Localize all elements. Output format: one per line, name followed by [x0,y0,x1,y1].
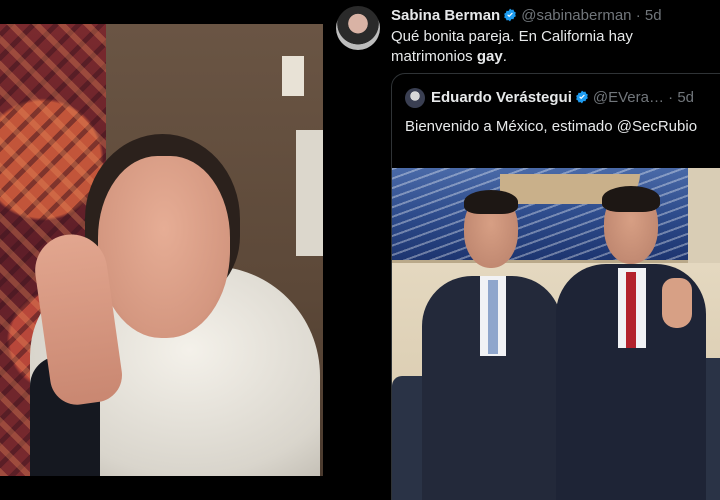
separator-dot: · [668,89,674,106]
tweet-text: Qué bonita pareja. En California hay mat… [391,27,711,67]
quoted-author-avatar[interactable] [405,88,425,108]
verified-badge-icon [575,90,589,104]
quoted-author-handle[interactable]: @EVera… [593,89,664,106]
quoted-tweet-photo[interactable] [392,168,720,500]
author-handle[interactable]: @sabinaberman [521,7,631,24]
man-right [556,186,706,500]
tie [626,272,636,348]
hair [464,190,518,214]
author-display-name[interactable]: Sabina Berman [391,7,500,24]
quoted-tweet-text: Bienvenido a México, estimado @SecRubio [405,118,698,135]
webcam-photo [0,24,323,476]
woman-figure [30,134,320,476]
peace-sign-hand [662,278,692,328]
tweet[interactable]: Sabina Berman @sabinaberman · 5d Qué boni… [326,0,720,500]
tweet-text-main: Qué bonita pareja. En California hay mat… [391,28,633,65]
tweet-header: Sabina Berman @sabinaberman · 5d [391,6,662,26]
man-left [422,188,562,500]
author-avatar[interactable] [336,6,380,50]
tweet-timestamp[interactable]: 5d [645,7,662,24]
quoted-tweet-timestamp[interactable]: 5d [677,89,694,106]
quoted-author-display-name[interactable]: Eduardo Verástegui [431,89,572,106]
wall-note [282,56,304,96]
tie [488,280,498,354]
tweet-text-end: . [502,48,507,65]
tweet-text-bold: gay [476,48,503,65]
face [98,156,230,338]
separator-dot: · [635,7,641,24]
webcam-panel [0,0,323,500]
hair [602,186,660,212]
quoted-tweet[interactable]: Eduardo Verástegui @EVera… · 5d Bienvenid… [391,73,720,500]
quoted-tweet-header: Eduardo Verástegui @EVera… · 5d [431,88,694,108]
verified-badge-icon [503,8,517,22]
